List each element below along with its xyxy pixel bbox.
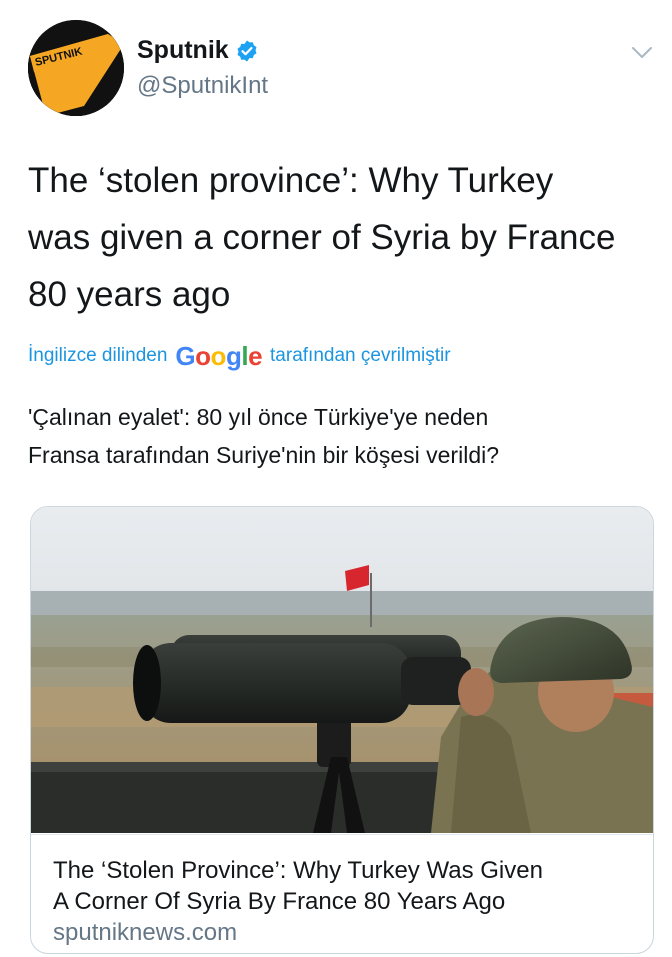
sputnik-logo-icon: SPUTNIK	[28, 20, 124, 116]
avatar[interactable]: SPUTNIK	[28, 20, 124, 116]
tweet-text-line: 80 years ago	[28, 275, 231, 314]
card-domain[interactable]: sputniknews.com	[53, 919, 237, 947]
translation-attribution[interactable]: İngilizce dilinden Google tarafından çev…	[28, 338, 451, 374]
google-logo-icon: Google	[175, 340, 263, 371]
link-card[interactable]: The ‘Stolen Province’: Why Turkey Was Gi…	[30, 506, 654, 954]
card-title[interactable]: The ‘Stolen Province’: Why Turkey Was Gi…	[53, 855, 643, 917]
tweet[interactable]: SPUTNIK Sputnik @SputnikInt The ‘stolen …	[0, 0, 672, 957]
tweet-text: The ‘stolen province’: Why Turkey was gi…	[28, 152, 658, 323]
card-image[interactable]	[31, 507, 653, 833]
translated-text: 'Çalınan eyalet': 80 yıl önce Türkiye'ye…	[28, 398, 648, 474]
chevron-down-icon[interactable]	[630, 42, 654, 62]
translated-text-line: Fransa tarafından Suriye'nin bir köşesi …	[28, 442, 500, 468]
author-name-row[interactable]: Sputnik	[137, 36, 259, 65]
card-title-line: The ‘Stolen Province’: Why Turkey Was Gi…	[53, 857, 543, 884]
card-body[interactable]: The ‘Stolen Province’: Why Turkey Was Gi…	[31, 834, 653, 946]
translated-text-line: 'Çalınan eyalet': 80 yıl önce Türkiye'ye…	[28, 404, 489, 430]
display-name[interactable]: Sputnik	[137, 36, 229, 65]
author-handle[interactable]: @SputnikInt	[137, 72, 268, 100]
translation-prefix[interactable]: İngilizce dilinden	[28, 345, 167, 367]
translation-suffix[interactable]: tarafından çevrilmiştir	[270, 345, 451, 367]
tweet-text-line: was given a corner of Syria by France	[28, 218, 616, 257]
tweet-text-line: The ‘stolen province’: Why Turkey	[28, 161, 554, 200]
verified-badge-icon	[237, 40, 257, 61]
card-title-line: A Corner Of Syria By France 80 Years Ago	[53, 888, 506, 915]
